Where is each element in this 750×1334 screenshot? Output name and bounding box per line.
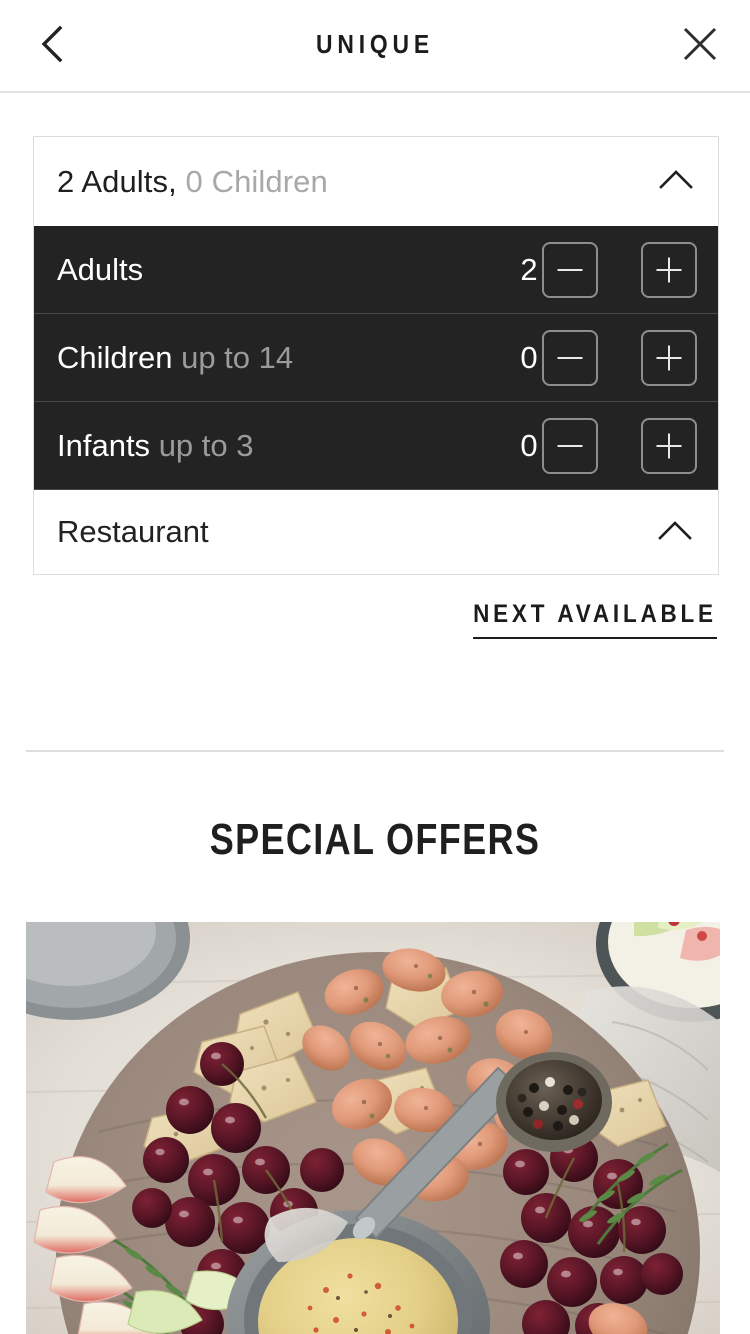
increment-children-button[interactable] (641, 330, 697, 386)
party-summary-text: 2 Adults, 0 Children (57, 164, 328, 200)
special-offer-image[interactable] (26, 922, 720, 1334)
counter-label-text: Adults (57, 251, 144, 287)
counter-label-text: Children (57, 339, 173, 375)
party-summary-children: 0 Children (185, 163, 328, 199)
minus-icon (557, 357, 583, 359)
app-screen: UNIQUE 2 Adults, 0 Children Adults 2 Chi… (0, 0, 750, 1334)
restaurant-row[interactable]: Restaurant (34, 490, 718, 574)
restaurant-label: Restaurant (57, 514, 209, 549)
increment-adults-button[interactable] (641, 242, 697, 298)
next-available-link[interactable]: NEXT AVAILABLE (473, 600, 717, 639)
special-offers-heading: SPECIAL OFFERS (209, 815, 541, 864)
counter-label-children: Children up to 14 (57, 340, 293, 376)
minus-icon (557, 445, 583, 447)
page-title: UNIQUE (315, 29, 435, 59)
restaurant-toggle[interactable] (648, 505, 702, 559)
plus-icon-vertical (668, 257, 670, 283)
counter-label-text: Infants (57, 427, 151, 463)
charcuterie-board-photo (26, 922, 720, 1334)
counter-label-adults: Adults (57, 252, 143, 288)
chevron-up-icon (659, 168, 693, 195)
peppercorn-bowl (496, 1052, 612, 1152)
party-selector-card: 2 Adults, 0 Children Adults 2 Children u… (33, 136, 719, 575)
counter-row-adults: Adults 2 (34, 226, 718, 314)
plus-icon-vertical (668, 433, 670, 459)
counter-row-children: Children up to 14 0 (34, 314, 718, 402)
app-header: UNIQUE (0, 0, 750, 93)
party-summary-toggle[interactable] (649, 155, 703, 209)
plus-icon-vertical (668, 345, 670, 371)
counter-row-infants: Infants up to 3 0 (34, 402, 718, 490)
counter-label-infants: Infants up to 3 (57, 428, 254, 464)
decrement-infants-button[interactable] (542, 418, 598, 474)
close-button[interactable] (670, 16, 730, 76)
counter-sublabel-text: up to 3 (158, 427, 254, 463)
close-icon (682, 26, 718, 67)
section-divider (26, 750, 724, 752)
decrement-adults-button[interactable] (542, 242, 598, 298)
minus-icon (557, 269, 583, 271)
increment-infants-button[interactable] (641, 418, 697, 474)
chevron-up-icon (658, 519, 692, 546)
counter-sublabel-text: up to 14 (181, 339, 294, 375)
next-available-wrapper: NEXT AVAILABLE (0, 600, 717, 639)
party-summary-row[interactable]: 2 Adults, 0 Children (34, 137, 718, 226)
decrement-children-button[interactable] (542, 330, 598, 386)
party-summary-adults: 2 Adults, (57, 163, 177, 199)
